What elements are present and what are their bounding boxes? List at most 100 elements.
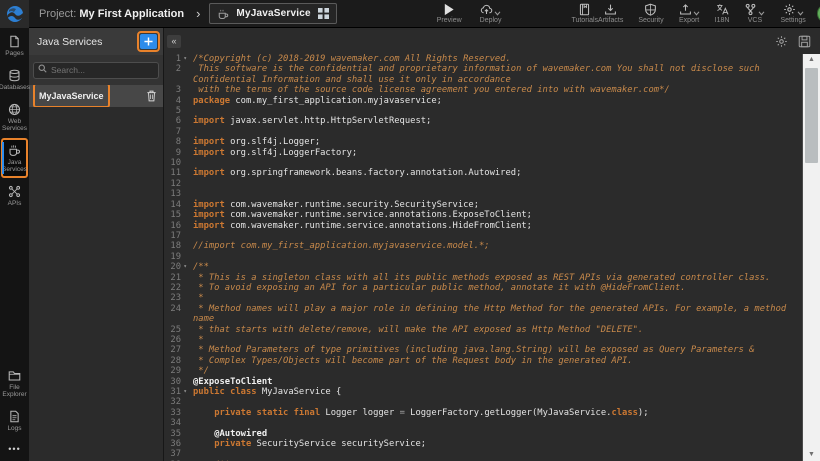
scrollbar-down-arrow[interactable]: ▼	[803, 449, 820, 461]
line-number[interactable]: 10	[164, 158, 189, 168]
line-number[interactable]: 25	[164, 325, 189, 335]
code-text[interactable]: *	[189, 335, 802, 345]
action-deploy[interactable]: Deploy	[480, 3, 502, 24]
code-text[interactable]	[189, 397, 802, 407]
wavemaker-logo[interactable]	[0, 0, 29, 28]
line-number[interactable]: 15	[164, 210, 189, 220]
code-text[interactable]	[189, 252, 802, 262]
caret-down-icon[interactable]	[797, 11, 804, 16]
action-preview[interactable]: Preview	[437, 3, 462, 24]
line-number[interactable]: 20▾	[164, 262, 189, 272]
code-text[interactable]	[189, 127, 802, 137]
code-text[interactable]: * This is a singleton class with all its…	[189, 273, 802, 283]
code-area[interactable]: 1▾/*Copyright (c) 2018-2019 wavemaker.co…	[164, 54, 802, 461]
collapse-panel-button[interactable]: «	[167, 35, 181, 48]
line-number[interactable]: 24	[164, 304, 189, 325]
sidebar-item-web-services[interactable]: Web Services	[1, 97, 28, 137]
line-number[interactable]: 7	[164, 127, 189, 137]
line-number[interactable]: 18	[164, 241, 189, 251]
sidebar-item-java-services[interactable]: Java Services	[1, 138, 28, 178]
line-number[interactable]: 28	[164, 356, 189, 366]
code-text[interactable]	[189, 179, 802, 189]
code-text[interactable]: with the terms of the source code licens…	[189, 85, 802, 95]
code-text[interactable]: import com.wavemaker.runtime.service.ann…	[189, 210, 802, 220]
line-number[interactable]: 19	[164, 252, 189, 262]
line-number[interactable]: 16	[164, 221, 189, 231]
code-text[interactable]: This software is the confidential and pr…	[189, 64, 802, 85]
line-number[interactable]: 12	[164, 179, 189, 189]
code-text[interactable]: * Method Parameters of type primitives (…	[189, 345, 802, 355]
tab-myjavaservice[interactable]: MyJavaService	[209, 3, 336, 24]
action-security[interactable]: Security	[638, 3, 663, 24]
line-number[interactable]: 36	[164, 439, 189, 449]
line-number[interactable]: 9	[164, 148, 189, 158]
editor-settings-button[interactable]	[775, 35, 788, 48]
code-text[interactable]: @ExposeToClient	[189, 377, 802, 387]
code-text[interactable]: */	[189, 366, 802, 376]
code-text[interactable]: private SecurityService securityService;	[189, 439, 802, 449]
code-text[interactable]: import com.wavemaker.runtime.security.Se…	[189, 200, 802, 210]
sidebar-item-file-explorer[interactable]: File Explorer	[1, 363, 28, 403]
code-text[interactable]: /*Copyright (c) 2018-2019 wavemaker.com …	[189, 54, 802, 64]
scrollbar-thumb[interactable]	[805, 68, 818, 163]
line-number[interactable]: 5	[164, 106, 189, 116]
caret-down-icon[interactable]	[758, 11, 765, 16]
code-text[interactable]: *	[189, 293, 802, 303]
sidebar-item-logs[interactable]: Logs	[1, 404, 28, 437]
caret-down-icon[interactable]	[693, 11, 700, 16]
search-input[interactable]	[33, 62, 159, 79]
line-number[interactable]: 8	[164, 137, 189, 147]
sidebar-item-databases[interactable]: Databases	[1, 63, 28, 96]
save-button[interactable]	[798, 35, 811, 48]
code-text[interactable]	[189, 449, 802, 459]
line-number[interactable]: 26	[164, 335, 189, 345]
code-text[interactable]	[189, 231, 802, 241]
fold-marker-icon[interactable]: ▾	[181, 387, 187, 397]
action-i18n[interactable]: I18N	[715, 3, 730, 24]
line-number[interactable]: 37	[164, 449, 189, 459]
code-text[interactable]: import org.slf4j.LoggerFactory;	[189, 148, 802, 158]
vertical-scrollbar[interactable]: ▲ ▼	[802, 54, 820, 461]
sidebar-item-pages[interactable]: Pages	[1, 29, 28, 62]
code-text[interactable]: import javax.servlet.http.HttpServletReq…	[189, 116, 802, 126]
line-number[interactable]: 6	[164, 116, 189, 126]
line-number[interactable]: 21	[164, 273, 189, 283]
line-number[interactable]: 4	[164, 96, 189, 106]
fold-marker-icon[interactable]: ▾	[181, 54, 187, 64]
add-service-button[interactable]	[140, 34, 157, 49]
line-number[interactable]: 2	[164, 64, 189, 85]
line-number[interactable]: 23	[164, 293, 189, 303]
line-number[interactable]: 34	[164, 418, 189, 428]
line-number[interactable]: 11	[164, 168, 189, 178]
code-text[interactable]	[189, 106, 802, 116]
delete-service-button[interactable]	[146, 90, 157, 102]
line-number[interactable]: 29	[164, 366, 189, 376]
caret-down-icon[interactable]	[494, 11, 501, 16]
action-artifacts[interactable]: Artifacts	[598, 3, 623, 24]
code-text[interactable]: public class MyJavaService {	[189, 387, 802, 397]
code-text[interactable]: /**	[189, 262, 802, 272]
line-number[interactable]: 1▾	[164, 54, 189, 64]
more-options-button[interactable]: •••	[0, 438, 29, 461]
line-number[interactable]: 13	[164, 189, 189, 199]
code-text[interactable]: * To avoid exposing an API for a particu…	[189, 283, 802, 293]
code-text[interactable]: import org.springframework.beans.factory…	[189, 168, 802, 178]
code-text[interactable]: private static final Logger logger = Log…	[189, 408, 802, 418]
scrollbar-up-arrow[interactable]: ▲	[803, 54, 820, 66]
action-vcs[interactable]: VCS	[744, 3, 765, 24]
grid-icon[interactable]	[318, 8, 329, 19]
code-text[interactable]: * Method names will play a major role in…	[189, 304, 802, 325]
code-text[interactable]	[189, 158, 802, 168]
action-export[interactable]: Export	[679, 3, 700, 24]
line-number[interactable]: 32	[164, 397, 189, 407]
line-number[interactable]: 33	[164, 408, 189, 418]
code-text[interactable]	[189, 418, 802, 428]
code-text[interactable]: @Autowired	[189, 429, 802, 439]
code-text[interactable]: * that starts with delete/remove, will m…	[189, 325, 802, 335]
line-number[interactable]: 30	[164, 377, 189, 387]
sidebar-item-apis[interactable]: APIs	[1, 179, 28, 212]
code-text[interactable]: * Complex Types/Objects will become part…	[189, 356, 802, 366]
code-text[interactable]: import com.wavemaker.runtime.service.ann…	[189, 221, 802, 231]
code-text[interactable]: package com.my_first_application.myjavas…	[189, 96, 802, 106]
action-tutorials[interactable]: Tutorials	[571, 3, 598, 24]
